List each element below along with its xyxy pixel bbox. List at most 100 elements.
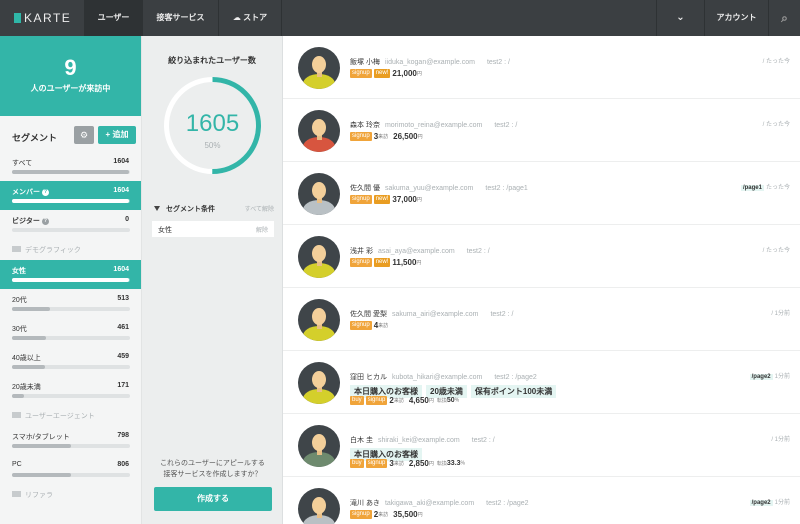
avatar-head (312, 56, 326, 73)
user-email: shiraki_kei@example.com (377, 437, 460, 444)
page-tag: /page1 (740, 185, 764, 191)
avatar[interactable] (298, 236, 340, 278)
event-badge: signup (350, 132, 372, 141)
user-row[interactable]: 森本 玲奈 morimoto_reina@example.com test2 : /… (283, 99, 800, 162)
segment-item[interactable]: ビジター? 0 (0, 210, 141, 239)
logo-text: KARTE (24, 11, 72, 25)
avatar-head (312, 308, 326, 325)
last-visit-time: たった今 (765, 185, 790, 191)
segment-item[interactable]: メンバー? 1604 (0, 181, 141, 210)
segment-item-bar-fill (12, 199, 129, 203)
user-name[interactable]: 佐久間 愛梨 (350, 311, 387, 318)
create-button[interactable]: 作成する (154, 487, 272, 511)
segment-item-text: すべて (12, 160, 33, 167)
yen-unit: 円 (416, 197, 422, 203)
segment-item[interactable]: PC 806 (0, 455, 141, 484)
segment-item-text: PC (12, 461, 22, 468)
avatar-head (312, 182, 326, 199)
segment-item-label: 女性 (12, 266, 26, 276)
avatar-head (312, 245, 326, 262)
user-badges: signup 3来訪 26,500円 (350, 132, 423, 141)
segment-item-bar (12, 473, 130, 477)
user-row[interactable]: 浅井 彩 asai_aya@example.com test2 : / signup n… (283, 225, 800, 288)
user-list: 飯塚 小梅 iiduka_kogan@example.com test2 : / si… (283, 36, 800, 524)
user-email: takigawa_aki@example.com (384, 500, 475, 507)
user-name[interactable]: 滝川 あき (350, 500, 380, 507)
search-icon[interactable]: ⌕ (768, 0, 800, 36)
avatar[interactable] (298, 425, 340, 467)
user-name[interactable]: 浅井 彩 (350, 248, 373, 255)
folder-icon (12, 491, 21, 497)
user-name[interactable]: 窪田 ヒカル (350, 374, 387, 381)
last-visit-time: / 1分前 (771, 311, 790, 317)
segment-item-bar-fill (12, 307, 50, 311)
segment-item-bar-fill (12, 365, 46, 369)
user-badges: signup new! 21,000円 (350, 69, 422, 78)
help-icon[interactable]: ? (41, 218, 49, 225)
last-visit-time: / 1分前 (771, 437, 790, 443)
chevron-down-icon[interactable]: ⌄ (656, 0, 704, 36)
conversion-rate: 33.3 (446, 460, 461, 467)
user-name[interactable]: 佐久間 優 (350, 185, 380, 192)
add-segment-button[interactable]: + 追加 (98, 126, 136, 144)
segment-item-label: 40歳以上 (12, 353, 41, 363)
nav-account[interactable]: アカウント (704, 0, 768, 36)
segment-item-bar-fill (12, 170, 129, 174)
segment-item[interactable]: 20歳未満 171 (0, 376, 141, 405)
avatar[interactable] (298, 47, 340, 89)
event-badge: new! (373, 69, 391, 78)
user-row[interactable]: 窪田 ヒカル kubota_hikari@example.com test2 : /… (283, 351, 800, 414)
purchase-amount: 4,650 (408, 396, 429, 405)
segment-item-text: 女性 (12, 268, 26, 275)
segment-item-label: PC (12, 461, 22, 468)
nav-tab-service[interactable]: 接客サービス (142, 0, 218, 36)
event-badge: signup (350, 321, 372, 330)
gear-icon[interactable]: ⚙ (74, 126, 94, 144)
event-badge: signup (350, 69, 372, 78)
user-row[interactable]: 白木 圭 shiraki_kei@example.com test2 : / 本日購入… (283, 414, 800, 477)
avatar[interactable] (298, 362, 340, 404)
last-visit: / たった今 (763, 245, 790, 254)
segment-item[interactable]: スマホ/タブレット 798 (0, 426, 141, 455)
user-name[interactable]: 飯塚 小梅 (350, 59, 380, 66)
nav-tab-users[interactable]: ユーザー (84, 0, 142, 36)
user-row[interactable]: 佐久間 愛梨 sakuma_airi@example.com test2 : / si… (283, 288, 800, 351)
last-visit: /page2 1分前 (749, 371, 790, 380)
clear-all-link[interactable]: すべて解除 (245, 204, 274, 213)
segment-item-text: 30代 (12, 326, 27, 333)
karte-logo[interactable]: KARTE (14, 11, 71, 25)
segment-item[interactable]: すべて 1604 (0, 152, 141, 181)
avatar[interactable] (298, 173, 340, 215)
last-visit: / 1分前 (771, 434, 790, 443)
conversion-label: 転換 (436, 398, 447, 404)
appeal-line-2: 接客サービスを作成しますか？ (163, 471, 262, 478)
user-row[interactable]: 佐久間 優 sakuma_yuu@example.com test2 : /page… (283, 162, 800, 225)
segment-header: セグメント ⚙ + 追加 (0, 122, 141, 152)
yen-unit: 円 (416, 260, 422, 266)
nav-tab-store[interactable]: ☁ ストア (218, 0, 282, 36)
yen-unit: 円 (416, 71, 422, 77)
folder-icon (12, 246, 21, 252)
segment-item-count: 798 (117, 432, 129, 439)
avatar[interactable] (298, 110, 340, 152)
visitor-panel: 9 人のユーザーが来訪中 (0, 36, 141, 116)
segment-item[interactable]: 女性 1604 (0, 260, 141, 289)
segment-item[interactable]: 40歳以上 459 (0, 347, 141, 376)
avatar[interactable] (298, 299, 340, 341)
avatar[interactable] (298, 488, 340, 524)
user-row[interactable]: 飯塚 小梅 iiduka_kogan@example.com test2 : / si… (283, 36, 800, 99)
event-badge: signup (350, 258, 372, 267)
segment-item[interactable]: 20代 513 (0, 289, 141, 318)
last-visit: / たった今 (763, 56, 790, 65)
segment-item-count: 1604 (113, 266, 129, 273)
last-visit: / たった今 (763, 119, 790, 128)
condition-remove-link[interactable]: 解除 (256, 225, 268, 234)
segment-item[interactable]: 30代 461 (0, 318, 141, 347)
user-name[interactable]: 森本 玲奈 (350, 122, 380, 129)
avatar-head (312, 371, 326, 388)
user-name[interactable]: 白木 圭 (350, 437, 373, 444)
user-row[interactable]: 滝川 あき takigawa_aki@example.com test2 : /pa… (283, 477, 800, 524)
cloud-icon: ☁ (232, 13, 244, 22)
help-icon[interactable]: ? (42, 189, 49, 196)
segment-item-label: 20歳未満 (12, 382, 41, 392)
